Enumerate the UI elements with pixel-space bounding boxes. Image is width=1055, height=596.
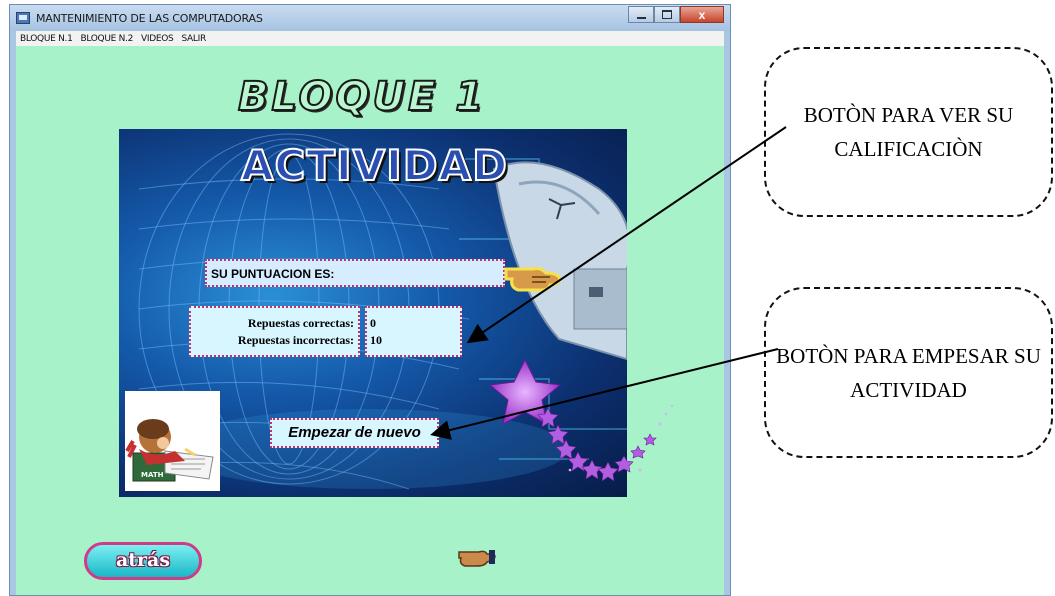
grade-button-callout: BOTÒN PARA VER SU CALIFICACIÒN	[764, 47, 1053, 217]
start-button-callout: BOTÒN PARA EMPESAR SU ACTIVIDAD	[764, 287, 1053, 458]
